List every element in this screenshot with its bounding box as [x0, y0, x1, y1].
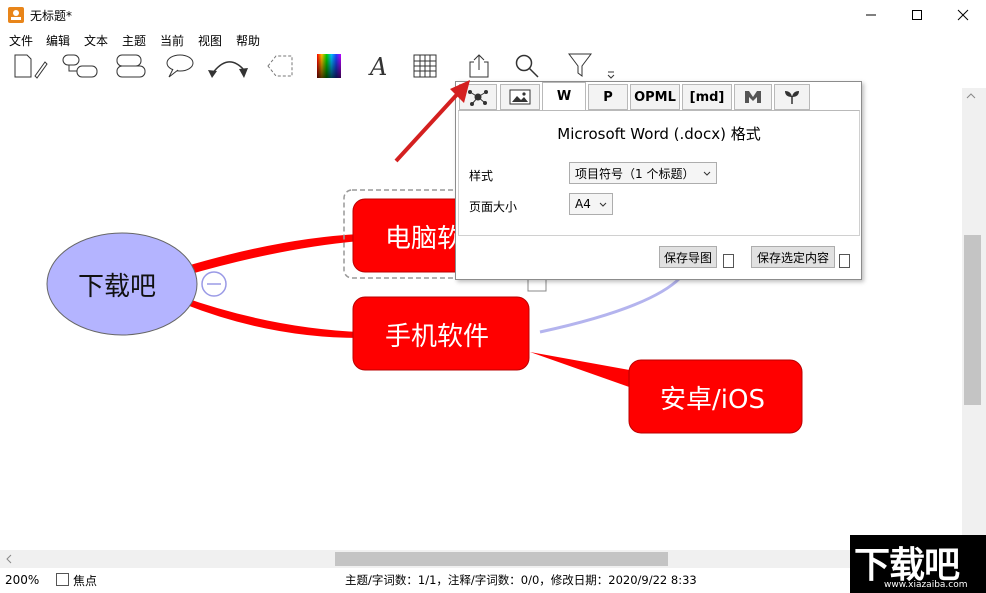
close-icon [957, 9, 969, 21]
minimize-button[interactable] [848, 0, 894, 30]
node-phone-label[interactable]: 手机软件 [385, 316, 489, 353]
page-size-label: 页面大小 [469, 200, 518, 214]
font-icon: A [368, 53, 387, 80]
export-format-heading: Microsoft Word (.docx) 格式 [557, 125, 761, 143]
document-icon [723, 254, 734, 268]
node-android-label[interactable]: 安卓/iOS [660, 379, 765, 416]
color-palette-icon [317, 54, 341, 78]
window-title: 无标题* [30, 9, 73, 23]
menu-file[interactable]: 文件 [9, 32, 33, 49]
page-size-select[interactable]: A4 [569, 193, 613, 215]
sprout-tab-icon [785, 91, 799, 104]
focus-label: 焦点 [73, 574, 98, 588]
save-selection-button[interactable]: 保存选定内容 [751, 246, 835, 268]
root-node-label[interactable]: 下载吧 [78, 266, 156, 303]
menu-view[interactable]: 视图 [198, 32, 222, 49]
relationship-icon [208, 61, 248, 78]
tab-markdown-m[interactable] [734, 84, 772, 110]
callout-button[interactable] [162, 50, 196, 82]
color-palette-button[interactable] [314, 50, 344, 82]
sibling-topic-icon [116, 54, 146, 78]
menu-help[interactable]: 帮助 [236, 32, 260, 49]
tab-sprout[interactable] [774, 84, 810, 110]
subtopic-icon [62, 54, 98, 78]
document-icon [839, 254, 850, 268]
app-logo-icon [8, 7, 24, 23]
filter-button[interactable] [564, 50, 598, 82]
tab-markdown[interactable]: [md] [682, 84, 732, 110]
style-select[interactable]: 项目符号（1 个标题） [569, 162, 717, 184]
tab-panel: Microsoft Word (.docx) 格式 样式 项目符号（1 个标题）… [458, 110, 860, 236]
sibling-topic-button[interactable] [112, 50, 148, 82]
title-bar: 无标题* [0, 0, 986, 30]
tab-word[interactable]: W [542, 82, 586, 111]
zoom-level[interactable]: 200% [5, 573, 39, 587]
tab-image[interactable] [500, 84, 540, 110]
maximize-icon [912, 10, 922, 20]
maximize-button[interactable] [894, 0, 940, 30]
minimize-icon [866, 14, 876, 16]
export-popup: W P OPML [md] Microsoft Word (.docx) 格式 … [455, 81, 862, 280]
horizontal-scroll-thumb[interactable] [335, 552, 668, 566]
boundary-icon [267, 55, 293, 77]
boundary-button[interactable] [262, 50, 296, 82]
branch-root-pc [180, 234, 360, 276]
vertical-scroll-thumb[interactable] [964, 235, 981, 405]
svg-text:A: A [368, 53, 387, 80]
search-button[interactable] [512, 50, 542, 82]
callout-icon [166, 54, 194, 78]
page-size-value: A4 [575, 197, 591, 211]
focus-checkbox[interactable] [56, 573, 69, 586]
new-document-icon [14, 54, 48, 79]
node-pc-label[interactable]: 电脑软 [385, 218, 463, 255]
close-button[interactable] [940, 0, 986, 30]
chevron-down-icon[interactable] [607, 70, 615, 80]
menu-bar: 文件 编辑 文本 主题 当前 视图 帮助 [0, 30, 986, 50]
watermark: 下载吧 www.xiazaiba.com [850, 535, 986, 593]
status-info: 主题/字词数：1/1，注释/字词数：0/0，修改日期：2020/9/22 8:3… [345, 573, 697, 587]
chevron-down-icon [599, 202, 607, 207]
watermark-url: www.xiazaiba.com [884, 580, 968, 590]
image-tab-icon [509, 89, 531, 105]
filter-icon [568, 53, 592, 77]
search-icon [515, 54, 539, 78]
tab-pdf[interactable]: P [588, 84, 628, 110]
tab-opml[interactable]: OPML [630, 84, 680, 110]
menu-edit[interactable]: 编辑 [46, 32, 70, 49]
status-bar: 200% 焦点 主题/字词数：1/1，注释/字词数：0/0，修改日期：2020/… [0, 569, 986, 593]
style-select-value: 项目符号（1 个标题） [575, 166, 695, 181]
branch-phone-android [530, 352, 635, 388]
subtopic-button[interactable] [58, 50, 100, 82]
scroll-up-icon[interactable] [966, 92, 976, 100]
branch-root-phone [180, 296, 360, 338]
save-map-button[interactable]: 保存导图 [659, 246, 717, 268]
chevron-down-icon [703, 171, 711, 176]
annotation-arrow [394, 80, 470, 163]
relationship-button[interactable] [206, 50, 250, 82]
menu-text[interactable]: 文本 [84, 32, 108, 49]
scroll-left-icon[interactable] [5, 554, 13, 564]
menu-current[interactable]: 当前 [160, 32, 184, 49]
markdown-m-tab-icon [745, 91, 761, 103]
new-document-button[interactable] [10, 50, 50, 82]
menu-topic[interactable]: 主题 [122, 32, 146, 49]
